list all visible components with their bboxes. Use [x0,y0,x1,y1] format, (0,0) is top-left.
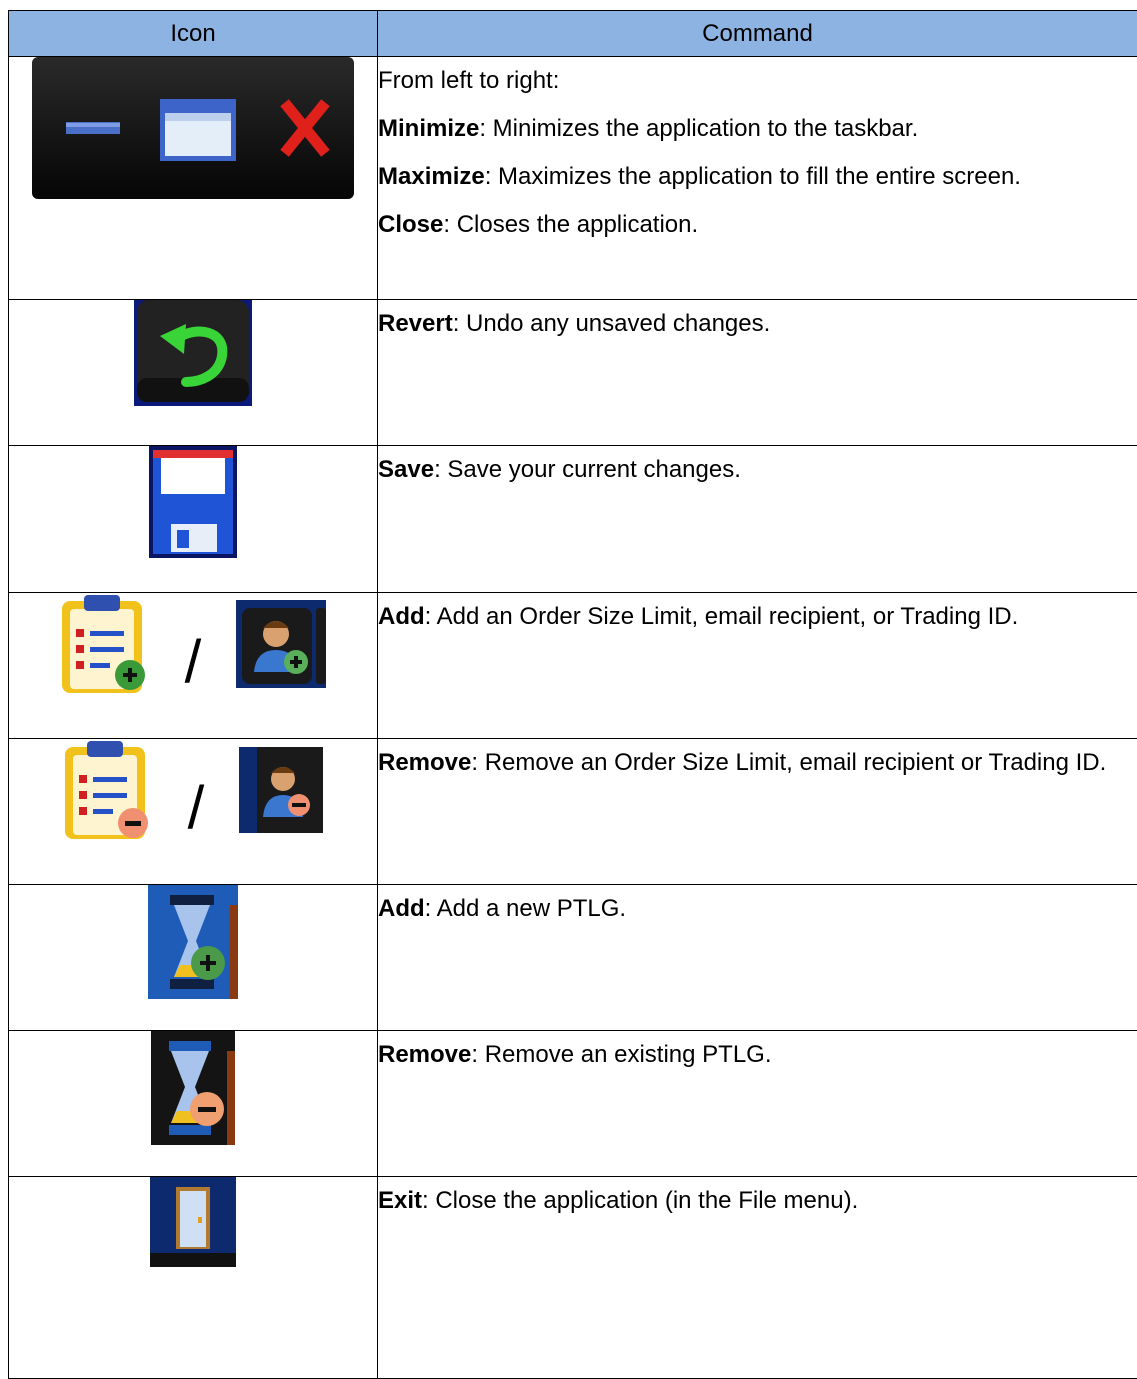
icon-separator: / [188,778,205,838]
command-entry: Remove: Remove an existing PTLG. [378,1031,1137,1079]
add-user-icon [236,600,326,688]
table-row: Exit: Close the application (in the File… [9,1177,1137,1379]
command-cell: Save: Save your current changes. [378,446,1137,593]
command-cell: From left to right: Minimize: Minimizes … [378,57,1137,300]
intro-text: From left to right: [378,57,1137,105]
add-ptlg-icon [148,885,238,999]
command-desc: : Close the application (in the File men… [422,1187,858,1214]
command-term: Remove [378,749,471,776]
command-term: Add [378,895,425,922]
table-row: Save: Save your current changes. [9,446,1137,593]
revert-icon [134,300,252,406]
icon-separator: / [185,632,202,692]
command-term: Remove [378,1041,471,1068]
table-row: / Remove: Remove an Order Size Limit, em… [9,739,1137,885]
table-row: Revert: Undo any unsaved changes. [9,300,1137,446]
icon-cell [9,57,378,300]
command-entry: Add: Add a new PTLG. [378,885,1137,933]
command-term: Add [378,603,425,630]
table-row: Add: Add a new PTLG. [9,885,1137,1031]
command-column-header: Command [378,11,1137,57]
command-desc: : Minimizes the application to the taskb… [479,115,918,142]
icon-column-header: Icon [9,11,378,57]
command-desc: : Add an Order Size Limit, email recipie… [425,603,1019,630]
command-entry: Add: Add an Order Size Limit, email reci… [378,593,1137,641]
icon-cell: / [9,739,378,885]
command-term: Exit [378,1187,422,1214]
command-entry: Close: Closes the application. [378,201,1137,249]
command-term: Maximize [378,163,485,190]
window-controls-icon [32,57,354,199]
command-cell: Remove: Remove an Order Size Limit, emai… [378,739,1137,885]
save-icon [149,446,237,558]
table-header-row: Icon Command [9,11,1137,57]
icon-cell [9,885,378,1031]
command-entry: Remove: Remove an Order Size Limit, emai… [378,739,1137,787]
command-cell: Add: Add a new PTLG. [378,885,1137,1031]
command-entry: Exit: Close the application (in the File… [378,1177,1137,1225]
command-entry: Maximize: Maximizes the application to f… [378,153,1137,201]
command-desc: : Closes the application. [443,211,698,238]
command-term: Close [378,211,443,238]
command-desc: : Remove an existing PTLG. [471,1041,771,1068]
icon-cell [9,300,378,446]
minimize-icon [66,122,120,134]
command-term: Revert [378,310,453,337]
table-row: / Add: Add an Order S [9,593,1137,739]
exit-icon [150,1177,236,1267]
remove-user-icon [239,747,323,833]
icon-cell: / [9,593,378,739]
command-cell: Add: Add an Order Size Limit, email reci… [378,593,1137,739]
icon-cell [9,1177,378,1379]
command-term: Minimize [378,115,479,142]
remove-ptlg-icon [151,1031,235,1145]
command-term: Save [378,456,434,483]
maximize-icon [160,99,236,161]
command-cell: Revert: Undo any unsaved changes. [378,300,1137,446]
icon-cell [9,1031,378,1177]
table-row: From left to right: Minimize: Minimizes … [9,57,1137,300]
command-cell: Remove: Remove an existing PTLG. [378,1031,1137,1177]
command-entry: Revert: Undo any unsaved changes. [378,300,1137,348]
table-row: Remove: Remove an existing PTLG. [9,1031,1137,1177]
command-desc: : Undo any unsaved changes. [453,310,771,337]
command-desc: : Add a new PTLG. [425,895,626,922]
command-desc: : Maximizes the application to fill the … [485,163,1021,190]
add-limit-icon [60,593,150,695]
command-desc: : Save your current changes. [434,456,741,483]
icon-command-table: Icon Command [8,10,1137,1379]
icon-cell [9,446,378,593]
command-desc: : Remove an Order Size Limit, email reci… [471,749,1106,776]
command-entry: Save: Save your current changes. [378,446,1137,494]
command-cell: Exit: Close the application (in the File… [378,1177,1137,1379]
command-entry: Minimize: Minimizes the application to t… [378,105,1137,153]
remove-limit-icon [63,739,153,841]
